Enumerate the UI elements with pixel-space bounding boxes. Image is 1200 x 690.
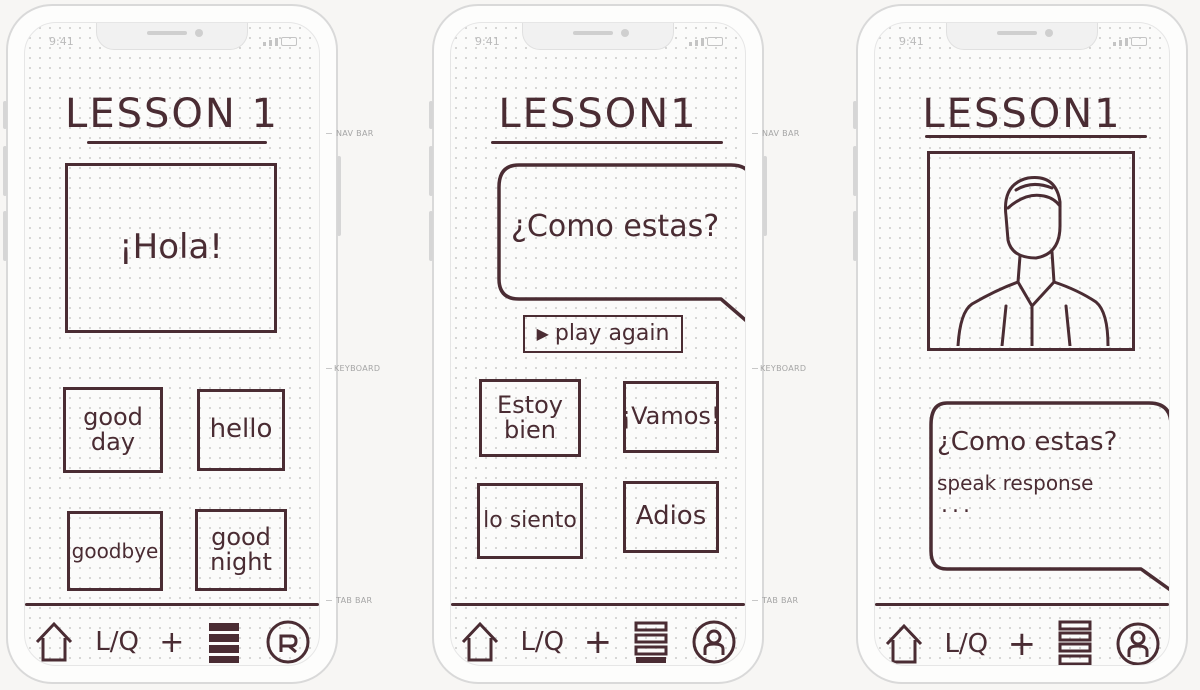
tabbar-divider [875, 603, 1169, 606]
word-card-text: ¡Hola! [119, 227, 223, 268]
option-label: lo siento [483, 508, 577, 534]
tab-bar: L/Q + [883, 619, 1161, 666]
bubble-text: ¿Como estas? [511, 209, 720, 244]
screen-2: 9:41 LESSON1 ¿Como estas? ▶ play again E… [450, 22, 746, 666]
tabbar-divider [451, 603, 745, 606]
page-title: LESSON1 [922, 91, 1122, 137]
bubble-line-3: ... [941, 493, 974, 518]
notch [946, 23, 1098, 50]
status-time: 9:41 [899, 35, 924, 48]
guide-label-keyboard: KEYBOARD [760, 364, 807, 373]
phone-frame-2: 9:41 LESSON1 ¿Como estas? ▶ play again E… [429, 4, 767, 684]
title-underline [491, 141, 723, 144]
person-portrait-icon [956, 176, 1110, 346]
guide-label-tab-bar: TAB BAR [336, 596, 373, 605]
status-time: 9:41 [475, 35, 500, 48]
profile-icon[interactable] [691, 619, 737, 665]
option-label: goodbye [71, 538, 159, 563]
tab-bar: L/Q + [33, 619, 311, 665]
option-button-good-day[interactable]: good day [63, 387, 163, 473]
status-icons [263, 37, 297, 46]
option-label: ¡Vamos! [621, 402, 721, 431]
screen-1: 9:41 LESSON 1 ¡Hola! good day hello good… [24, 22, 320, 666]
option-label: Estoy bien [497, 390, 563, 444]
play-again-button[interactable]: ▶ play again [523, 315, 683, 353]
page-title: LESSON 1 [65, 91, 279, 137]
tabbar-divider [25, 603, 319, 606]
option-label: good night [210, 522, 272, 576]
play-again-label: play again [554, 321, 670, 347]
status-icons [689, 37, 723, 46]
guide-label-nav-bar: NAV BAR [762, 129, 800, 138]
title-underline [87, 141, 267, 144]
profile-icon[interactable] [1115, 621, 1161, 666]
play-icon: ▶ [536, 323, 549, 343]
add-icon[interactable]: + [1008, 624, 1037, 664]
guide-label-keyboard: KEYBOARD [334, 364, 381, 373]
option-label: Adios [635, 501, 707, 532]
notch [522, 23, 674, 50]
page-title: LESSON1 [498, 91, 698, 137]
bubble-line-1: ¿Como estas? [937, 427, 1118, 457]
tab-bar: L/Q + [459, 619, 737, 665]
status-icons [1113, 37, 1147, 46]
tab-qa[interactable]: L/Q [520, 627, 564, 657]
screen-3: 9:41 LESSON1 ¿Como estas? speak response… [874, 22, 1170, 666]
list-icon[interactable] [205, 619, 245, 665]
bubble-line-2: speak response [937, 471, 1094, 495]
title-underline [925, 135, 1147, 138]
tab-qa[interactable]: L/Q [944, 629, 988, 659]
guide-label-nav-bar: NAV BAR [336, 129, 374, 138]
add-icon[interactable]: + [584, 622, 613, 662]
option-label: hello [209, 414, 273, 445]
option-button-goodbye[interactable]: goodbye [67, 511, 163, 591]
home-icon[interactable] [883, 622, 925, 666]
option-button-vamos[interactable]: ¡Vamos! [621, 381, 721, 453]
home-icon[interactable] [33, 620, 75, 664]
phone-frame-1: 9:41 LESSON 1 ¡Hola! good day hello good… [3, 4, 341, 684]
add-icon[interactable]: + [159, 625, 184, 660]
option-label: good day [83, 402, 143, 456]
guide-label-tab-bar: TAB BAR [762, 596, 799, 605]
avatar-frame [927, 151, 1135, 351]
phone-frame-3: 9:41 LESSON1 ¿Como estas? speak response… [853, 4, 1188, 684]
notch [96, 23, 248, 50]
tab-qa[interactable]: L/Q [95, 627, 139, 657]
home-icon[interactable] [459, 620, 501, 664]
option-button-hello[interactable]: hello [197, 389, 285, 471]
status-time: 9:41 [49, 35, 74, 48]
option-button-good-night[interactable]: good night [195, 509, 287, 591]
word-card: ¡Hola! [65, 163, 277, 333]
option-button-adios[interactable]: Adios [623, 481, 719, 553]
list-icon[interactable] [1056, 619, 1096, 666]
option-button-lo-siento[interactable]: lo siento [477, 483, 583, 559]
profile-icon[interactable] [265, 619, 311, 665]
option-button-estoy-bien[interactable]: Estoy bien [479, 379, 581, 457]
list-icon[interactable] [632, 619, 672, 665]
